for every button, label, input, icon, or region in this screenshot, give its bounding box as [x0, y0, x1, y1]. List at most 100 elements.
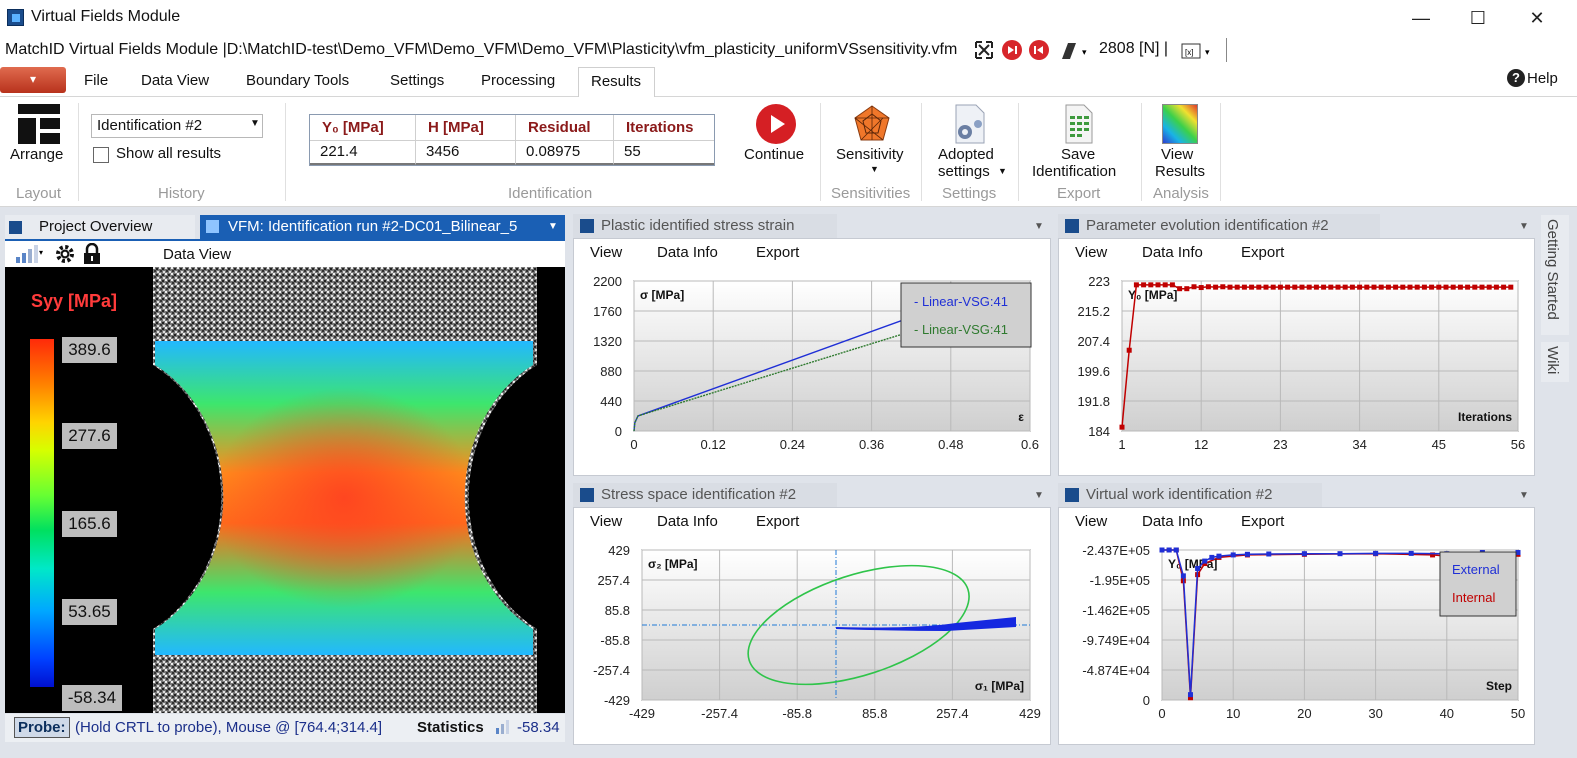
panel-title-text: Plastic identified stress strain: [601, 217, 795, 234]
tab-export[interactable]: Export: [756, 244, 799, 261]
tab-export[interactable]: Export: [1241, 513, 1284, 530]
image-icon[interactable]: [x] ▾: [1181, 41, 1213, 61]
app-menu-button[interactable]: ▾: [0, 67, 66, 93]
tab-project-overview-label: Project Overview: [39, 218, 153, 235]
arrange-button[interactable]: Arrange: [10, 146, 63, 163]
tab-view[interactable]: View: [590, 513, 622, 530]
tab-data-view[interactable]: Data View: [141, 72, 209, 89]
statistics-icon[interactable]: [495, 720, 511, 734]
data-point: [1277, 284, 1283, 290]
run-icon: [206, 220, 219, 233]
tab-settings[interactable]: Settings: [390, 72, 444, 89]
tab-view[interactable]: View: [1075, 244, 1107, 261]
data-point: [1227, 284, 1233, 290]
settings-document-icon[interactable]: [952, 104, 988, 144]
history-group-label: History: [158, 185, 205, 202]
help-icon[interactable]: ?: [1507, 69, 1525, 87]
tab-file[interactable]: File: [84, 72, 108, 89]
tab-data-info[interactable]: Data Info: [657, 244, 718, 261]
x-tick-label: 50: [1511, 706, 1525, 721]
side-tab-getting-started[interactable]: Getting Started: [1541, 215, 1569, 335]
data-point: [1133, 282, 1139, 288]
tab-project-overview[interactable]: Project Overview: [5, 215, 195, 239]
gear-icon[interactable]: [54, 243, 76, 265]
tab-export[interactable]: Export: [756, 513, 799, 530]
tab-results[interactable]: Results: [578, 67, 655, 98]
data-point: [1241, 284, 1247, 290]
save-identification-button[interactable]: Save: [1061, 146, 1095, 163]
tab-view[interactable]: View: [590, 244, 622, 261]
minimize-button[interactable]: —: [1398, 4, 1444, 32]
probe-label[interactable]: Probe:: [14, 717, 70, 738]
plot-area: [1121, 280, 1519, 432]
legend-box: [900, 282, 1032, 348]
workspace: Project Overview VFM: Identification run…: [0, 207, 1577, 758]
fit-screen-icon[interactable]: [975, 41, 993, 59]
play-icon[interactable]: [756, 104, 796, 144]
data-point: [1162, 282, 1168, 288]
record-next-icon[interactable]: [1002, 40, 1022, 60]
lock-icon[interactable]: [83, 242, 101, 265]
view-results-button[interactable]: View: [1161, 146, 1193, 163]
chevron-down-icon[interactable]: ▼: [1034, 490, 1044, 501]
svg-text:[x]: [x]: [1185, 48, 1193, 57]
side-tab-wiki[interactable]: Wiki: [1541, 342, 1569, 382]
view-results-icon[interactable]: [1162, 104, 1198, 144]
svg-text:▾: ▾: [39, 248, 43, 257]
data-point: [1220, 284, 1226, 290]
chevron-down-icon[interactable]: ▼: [1519, 490, 1529, 501]
specimen-field-plot: [153, 267, 537, 713]
radar-chart-icon[interactable]: [852, 104, 892, 144]
maximize-button[interactable]: ☐: [1455, 4, 1501, 32]
history-select-value: Identification #2: [97, 117, 203, 134]
chevron-down-icon[interactable]: ▼: [1034, 221, 1044, 232]
x-axis-label: Step: [1486, 679, 1512, 693]
chevron-down-icon[interactable]: ▼: [548, 221, 558, 232]
data-point: [1119, 424, 1125, 430]
stress-space-chart[interactable]: -429 -257.4 -85.8 85.8 257.4 429 -429 -257.4 -85…: [574, 536, 1050, 744]
tab-data-info[interactable]: Data Info: [657, 513, 718, 530]
y-tick-label: 880: [600, 364, 622, 379]
panel-title-text: Stress space identification #2: [601, 486, 797, 503]
camera-roll-icon[interactable]: ▾: [1060, 41, 1088, 61]
x-tick-label: 0.36: [859, 437, 884, 452]
signal-icon[interactable]: ▾: [15, 245, 45, 263]
colorbar-title: Syy [MPa]: [31, 291, 118, 311]
data-point: [1400, 284, 1406, 290]
adopted-settings-button[interactable]: Adopted: [938, 146, 994, 163]
sensitivity-button[interactable]: Sensitivity: [836, 146, 904, 163]
panel-body: View Data Info Export -429 -257.4 -85.8 85.…: [573, 507, 1051, 745]
colorbar-label: 53.65: [62, 599, 117, 625]
colorbar-label: 277.6: [62, 423, 117, 449]
tab-data-info[interactable]: Data Info: [1142, 513, 1203, 530]
spreadsheet-icon[interactable]: [1064, 104, 1094, 144]
help-link[interactable]: Help: [1527, 70, 1558, 87]
show-all-checkbox[interactable]: [93, 147, 109, 163]
tab-export[interactable]: Export: [1241, 244, 1284, 261]
record-prev-icon[interactable]: [1029, 40, 1049, 60]
parameter-evolution-chart[interactable]: 1 12 23 34 45 56184191.8199.6207.4215.2223Y₀ …: [1059, 267, 1534, 475]
tab-view[interactable]: View: [1075, 513, 1107, 530]
stress-strain-chart[interactable]: 0 0.12 0.24 0.36 0.48 0.6 0 440 880 1320 1760 2200 σ…: [574, 267, 1050, 475]
continue-button[interactable]: Continue: [744, 146, 804, 163]
tab-boundary-tools[interactable]: Boundary Tools: [246, 72, 349, 89]
data-point: [1486, 284, 1492, 290]
close-button[interactable]: ✕: [1514, 4, 1560, 32]
project-icon: [9, 221, 22, 234]
tab-processing[interactable]: Processing: [481, 72, 555, 89]
y-axis-label: σ [MPa]: [640, 288, 684, 302]
history-select[interactable]: Identification #2 ▼: [91, 114, 263, 138]
field-image-view[interactable]: Syy [MPa] 389.6 277.6 165.6 53.65 -58.34: [5, 267, 565, 713]
data-point: [1436, 284, 1442, 290]
chevron-down-icon[interactable]: ▼: [1519, 221, 1529, 232]
data-point: [1349, 284, 1355, 290]
arrange-icon[interactable]: [18, 104, 60, 144]
tab-data-info[interactable]: Data Info: [1142, 244, 1203, 261]
panel-parameter-evolution: Parameter evolution identification #2 ▼ …: [1058, 214, 1535, 476]
tab-vfm-run[interactable]: VFM: Identification run #2-DC01_Bilinear…: [200, 215, 565, 239]
panel-stress-space: Stress space identification #2 ▼ View Da…: [573, 483, 1051, 745]
virtual-work-chart[interactable]: 0 10 20 30 40 50 0 -4.874E+04 -9.749E+04 -1.462E+…: [1059, 536, 1534, 744]
save-identification-label: Identification: [1032, 163, 1117, 180]
y-tick-label: 199.6: [1077, 364, 1110, 379]
panel-stress-strain: Plastic identified stress strain ▼ View …: [573, 214, 1051, 476]
